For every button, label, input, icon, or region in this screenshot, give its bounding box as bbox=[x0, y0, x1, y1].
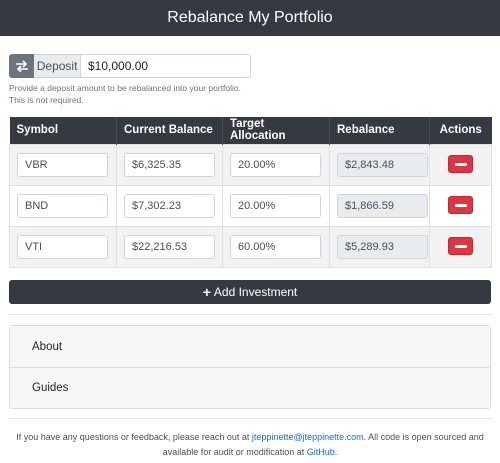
current-balance-input[interactable] bbox=[124, 234, 215, 259]
table-row bbox=[9, 184, 492, 227]
plus-icon: + bbox=[202, 284, 211, 300]
github-link[interactable]: GitHub bbox=[307, 447, 335, 457]
column-header-symbol: Symbol bbox=[9, 117, 117, 144]
divider bbox=[9, 418, 491, 419]
accordion-item-label: Guides bbox=[32, 382, 69, 394]
footer: If you have any questions or feedback, p… bbox=[9, 430, 491, 460]
minus-icon bbox=[455, 204, 467, 208]
current-balance-input[interactable] bbox=[124, 193, 215, 218]
column-header-rebalance: Rebalance bbox=[329, 117, 430, 144]
navbar: Rebalance My Portfolio bbox=[0, 0, 500, 36]
symbol-input[interactable] bbox=[17, 234, 108, 259]
swap-toggle-button[interactable] bbox=[9, 54, 35, 78]
page-title: Rebalance My Portfolio bbox=[167, 9, 333, 26]
swap-icon bbox=[15, 60, 28, 72]
deposit-amount-input[interactable] bbox=[81, 54, 251, 78]
rebalance-output bbox=[337, 234, 428, 259]
deposit-input-group: Deposit bbox=[9, 54, 251, 78]
divider bbox=[9, 314, 491, 315]
portfolio-table: Symbol Current Balance Target Allocation… bbox=[9, 117, 492, 268]
remove-investment-button[interactable] bbox=[448, 196, 473, 215]
current-balance-input[interactable] bbox=[124, 152, 215, 177]
footer-text: . bbox=[334, 447, 338, 457]
rebalance-output bbox=[337, 193, 428, 218]
table-row bbox=[9, 225, 492, 268]
table-row bbox=[9, 143, 492, 186]
contact-email-link[interactable]: jteppinette@jteppinette.com bbox=[252, 432, 364, 442]
table-header-row: Symbol Current Balance Target Allocation… bbox=[9, 117, 492, 144]
column-header-current-balance: Current Balance bbox=[116, 117, 223, 144]
deposit-help-line: Provide a deposit amount to be rebalance… bbox=[9, 83, 242, 93]
remove-investment-button[interactable] bbox=[448, 237, 473, 256]
add-investment-button[interactable]: + Add Investment bbox=[9, 280, 491, 304]
rebalance-output bbox=[337, 152, 428, 177]
symbol-input[interactable] bbox=[17, 193, 108, 218]
minus-icon bbox=[455, 245, 467, 249]
info-accordion: About Guides bbox=[9, 325, 491, 409]
footer-text: If you have any questions or feedback, p… bbox=[16, 432, 252, 442]
minus-icon bbox=[455, 163, 467, 167]
target-allocation-input[interactable] bbox=[230, 193, 321, 218]
symbol-input[interactable] bbox=[17, 152, 108, 177]
deposit-help-text: Provide a deposit amount to be rebalance… bbox=[9, 82, 269, 106]
target-allocation-input[interactable] bbox=[230, 152, 321, 177]
accordion-item-label: About bbox=[32, 340, 63, 353]
target-allocation-input[interactable] bbox=[230, 234, 321, 259]
add-investment-label: Add Investment bbox=[213, 285, 298, 299]
accordion-item-guides[interactable]: Guides bbox=[10, 367, 490, 408]
column-header-target-allocation: Target Allocation bbox=[222, 117, 330, 144]
remove-investment-button[interactable] bbox=[448, 155, 473, 174]
accordion-item-about[interactable]: About bbox=[10, 326, 490, 367]
deposit-label: Deposit bbox=[34, 54, 81, 78]
column-header-actions: Actions bbox=[429, 117, 492, 144]
deposit-help-line: This is not required. bbox=[9, 95, 84, 105]
